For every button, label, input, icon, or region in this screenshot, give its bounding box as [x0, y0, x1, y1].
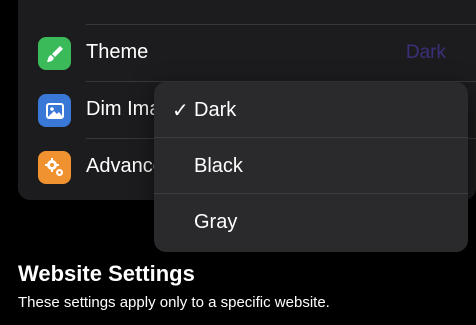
theme-row[interactable]: Theme Dark: [18, 25, 476, 82]
theme-menu: ✓ Dark Black Gray: [154, 82, 468, 252]
gears-icon: [38, 151, 71, 184]
menu-item-label: Gray: [194, 211, 238, 233]
section-subtitle: These settings apply only to a specific …: [18, 294, 330, 311]
theme-value: Dark: [405, 42, 446, 63]
checkmark-icon: ✓: [172, 100, 189, 122]
image-icon: [38, 94, 71, 127]
menu-item-dark[interactable]: ✓ Dark: [154, 82, 468, 138]
menu-item-label: Black: [194, 155, 243, 177]
paintbrush-icon: [38, 37, 71, 70]
menu-item-black[interactable]: Black: [154, 138, 468, 194]
menu-item-label: Dark: [194, 99, 237, 121]
section-title: Website Settings: [18, 261, 195, 286]
theme-label: Theme: [86, 41, 149, 63]
menu-item-gray[interactable]: Gray: [154, 194, 468, 250]
